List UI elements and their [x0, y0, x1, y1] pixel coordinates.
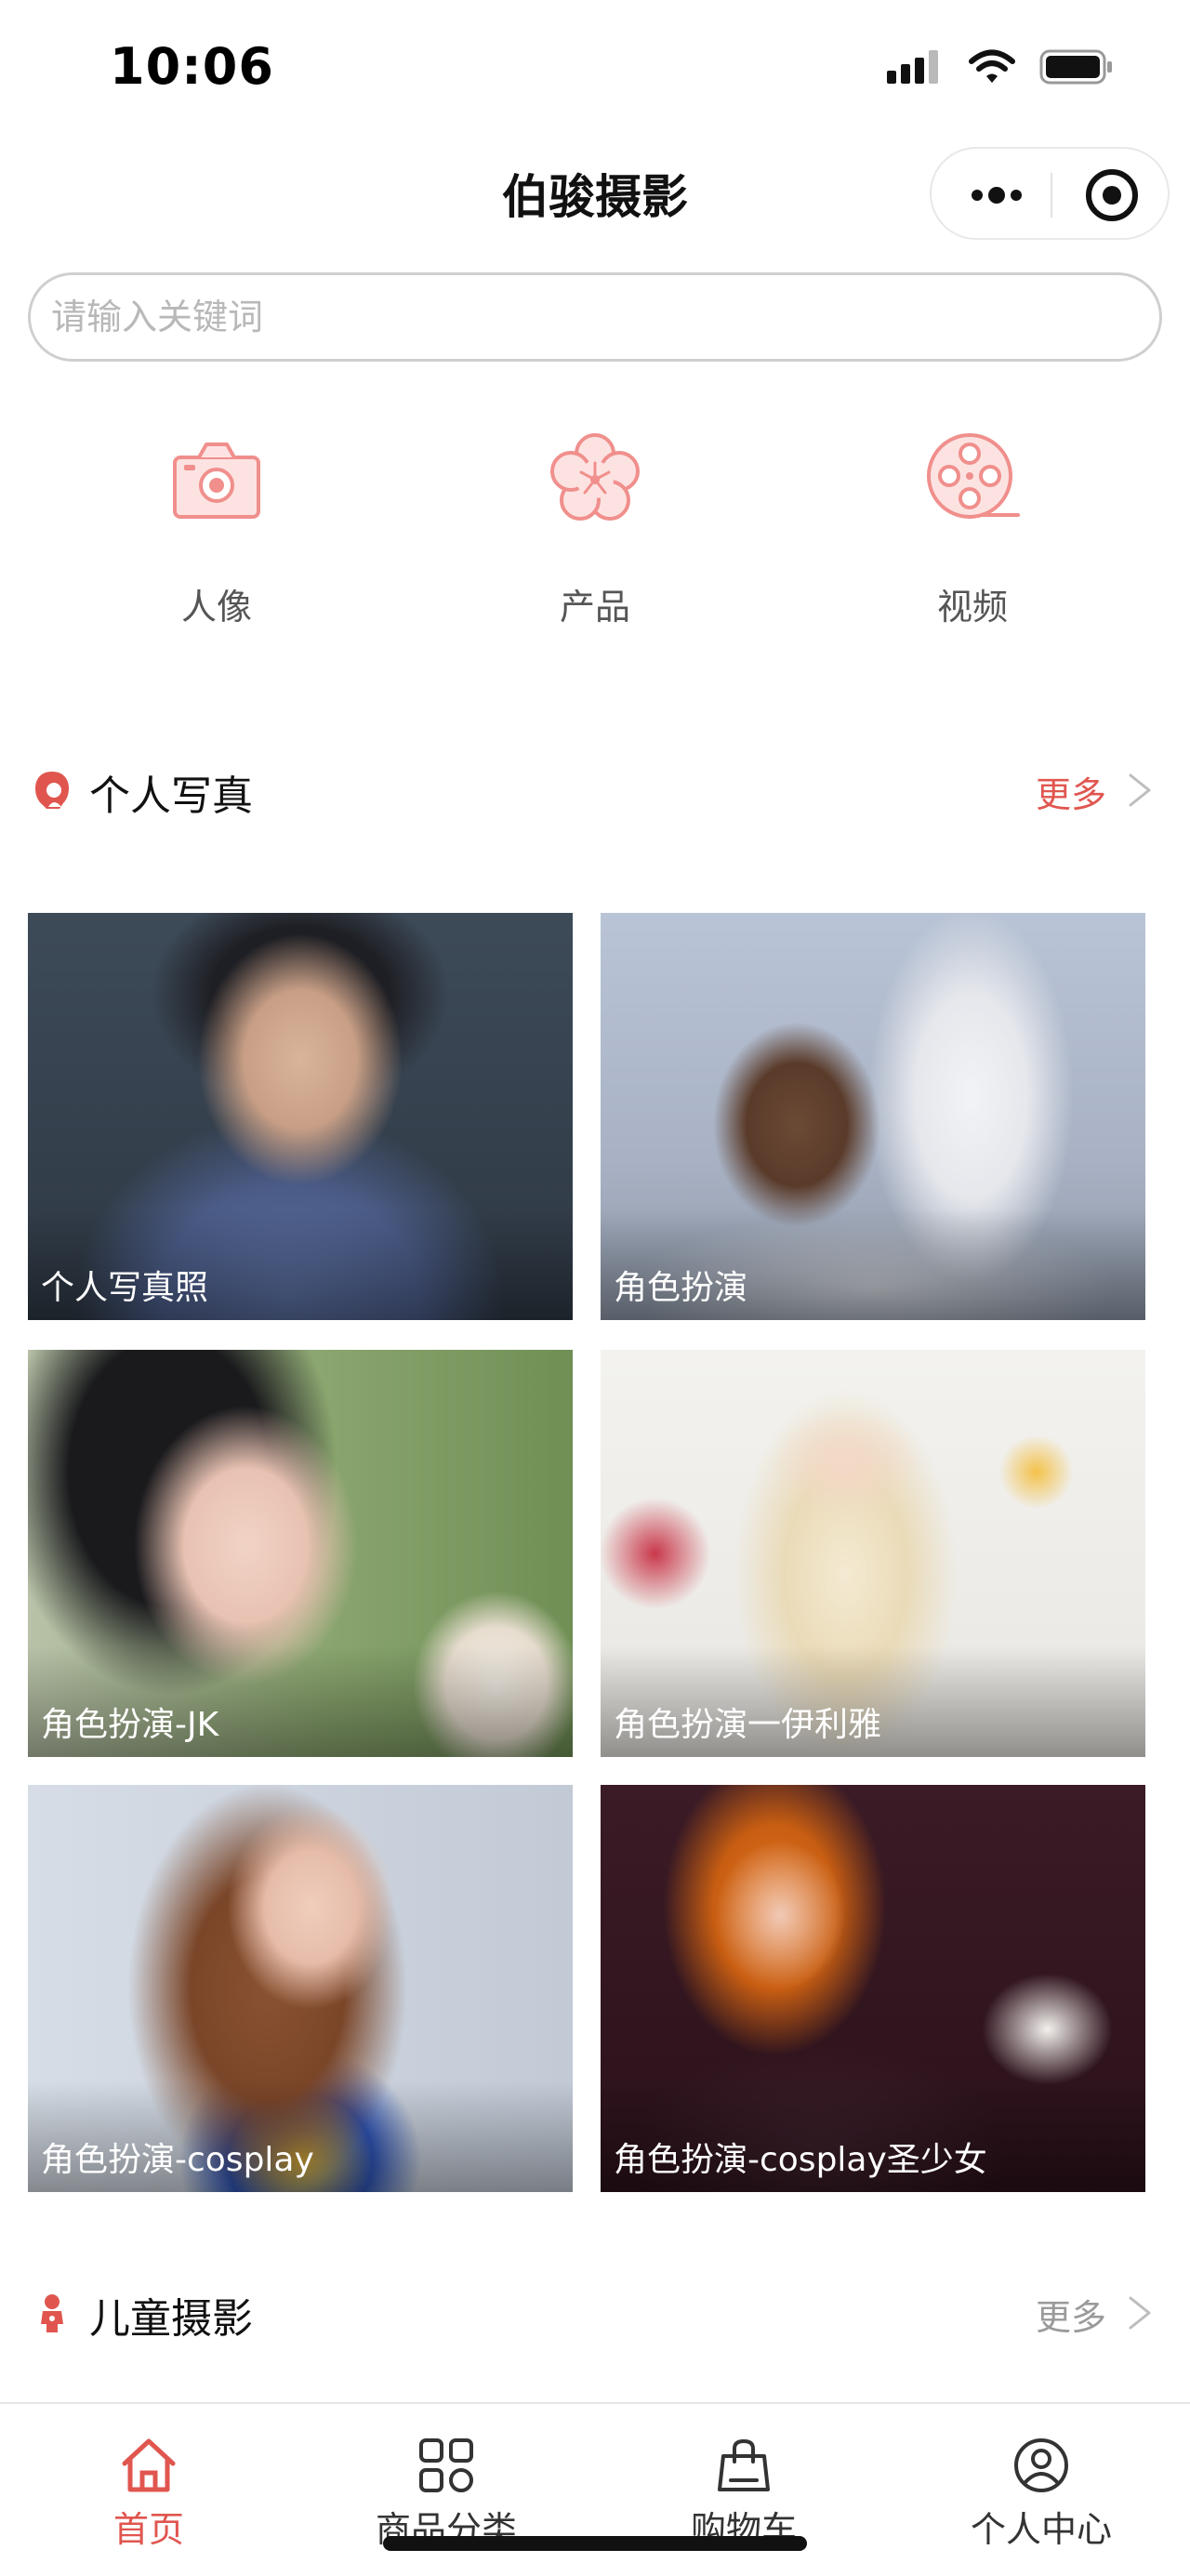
user-circle-icon	[1014, 2438, 1068, 2492]
chevron-right-icon[interactable]	[1123, 2294, 1158, 2332]
more-icon[interactable]	[965, 171, 1028, 219]
photo-card[interactable]: 角色扮演-JK	[28, 1350, 573, 1757]
photo-card[interactable]: 角色扮演-cosplay圣少女	[601, 1785, 1145, 2192]
photo-caption: 角色扮演一伊利雅	[614, 1706, 882, 1744]
category-label: 产品	[559, 587, 630, 627]
section-header-portrait: 个人写真 更多	[0, 753, 1190, 827]
signal-icon	[887, 50, 938, 84]
film-reel-icon	[927, 433, 1020, 519]
photo-caption: 角色扮演	[614, 1269, 748, 1307]
photo-card[interactable]: 角色扮演-cosplay	[28, 1785, 573, 2192]
photo-caption: 角色扮演-JK	[41, 1706, 219, 1744]
home-indicator	[383, 2536, 807, 2551]
tab-label: 个人中心	[970, 2509, 1112, 2550]
camera-icon	[173, 443, 260, 519]
section-title: 儿童摄影	[89, 2295, 253, 2343]
more-link[interactable]: 更多	[1036, 2289, 1106, 2340]
section-header-children: 儿童摄影 更多	[0, 2276, 1190, 2350]
category-portrait[interactable]: 人像	[105, 428, 328, 669]
photo-card[interactable]: 个人写真照	[28, 913, 573, 1320]
more-link[interactable]: 更多	[1036, 766, 1106, 817]
category-label: 人像	[180, 587, 252, 627]
category-video[interactable]: 视频	[861, 428, 1084, 669]
section-title: 个人写真	[89, 773, 253, 820]
category-label: 视频	[936, 587, 1008, 627]
wifi-icon	[969, 49, 1015, 83]
home-icon	[122, 2438, 176, 2492]
child-icon	[41, 2294, 63, 2332]
category-product[interactable]: 产品	[483, 428, 707, 669]
grid-icon	[419, 2438, 473, 2492]
flower-icon	[550, 433, 640, 521]
shopping-bag-icon	[718, 2438, 770, 2491]
status-bar: 10:06	[0, 0, 1190, 130]
capsule-divider	[1051, 173, 1052, 218]
status-time: 10:06	[110, 37, 274, 96]
photo-caption: 个人写真照	[41, 1269, 209, 1307]
nav-bar: 伯骏摄影	[0, 130, 1190, 256]
portrait-user-icon	[35, 772, 69, 809]
battery-icon	[1039, 49, 1112, 85]
photo-caption: 角色扮演-cosplay	[41, 2141, 314, 2179]
search-bar[interactable]	[28, 272, 1162, 362]
status-icons	[887, 45, 1114, 89]
chevron-right-icon[interactable]	[1123, 772, 1158, 809]
photo-card[interactable]: 角色扮演一伊利雅	[601, 1350, 1145, 1757]
tab-profile[interactable]: 个人中心	[892, 2404, 1190, 2576]
photo-caption: 角色扮演-cosplay圣少女	[614, 2141, 987, 2179]
search-input[interactable]	[49, 275, 1141, 359]
photo-card[interactable]: 角色扮演	[601, 913, 1145, 1320]
tab-home[interactable]: 首页	[0, 2404, 298, 2576]
mini-program-capsule	[930, 147, 1170, 240]
tab-label: 首页	[112, 2509, 184, 2550]
close-target-icon[interactable]	[1086, 169, 1138, 221]
